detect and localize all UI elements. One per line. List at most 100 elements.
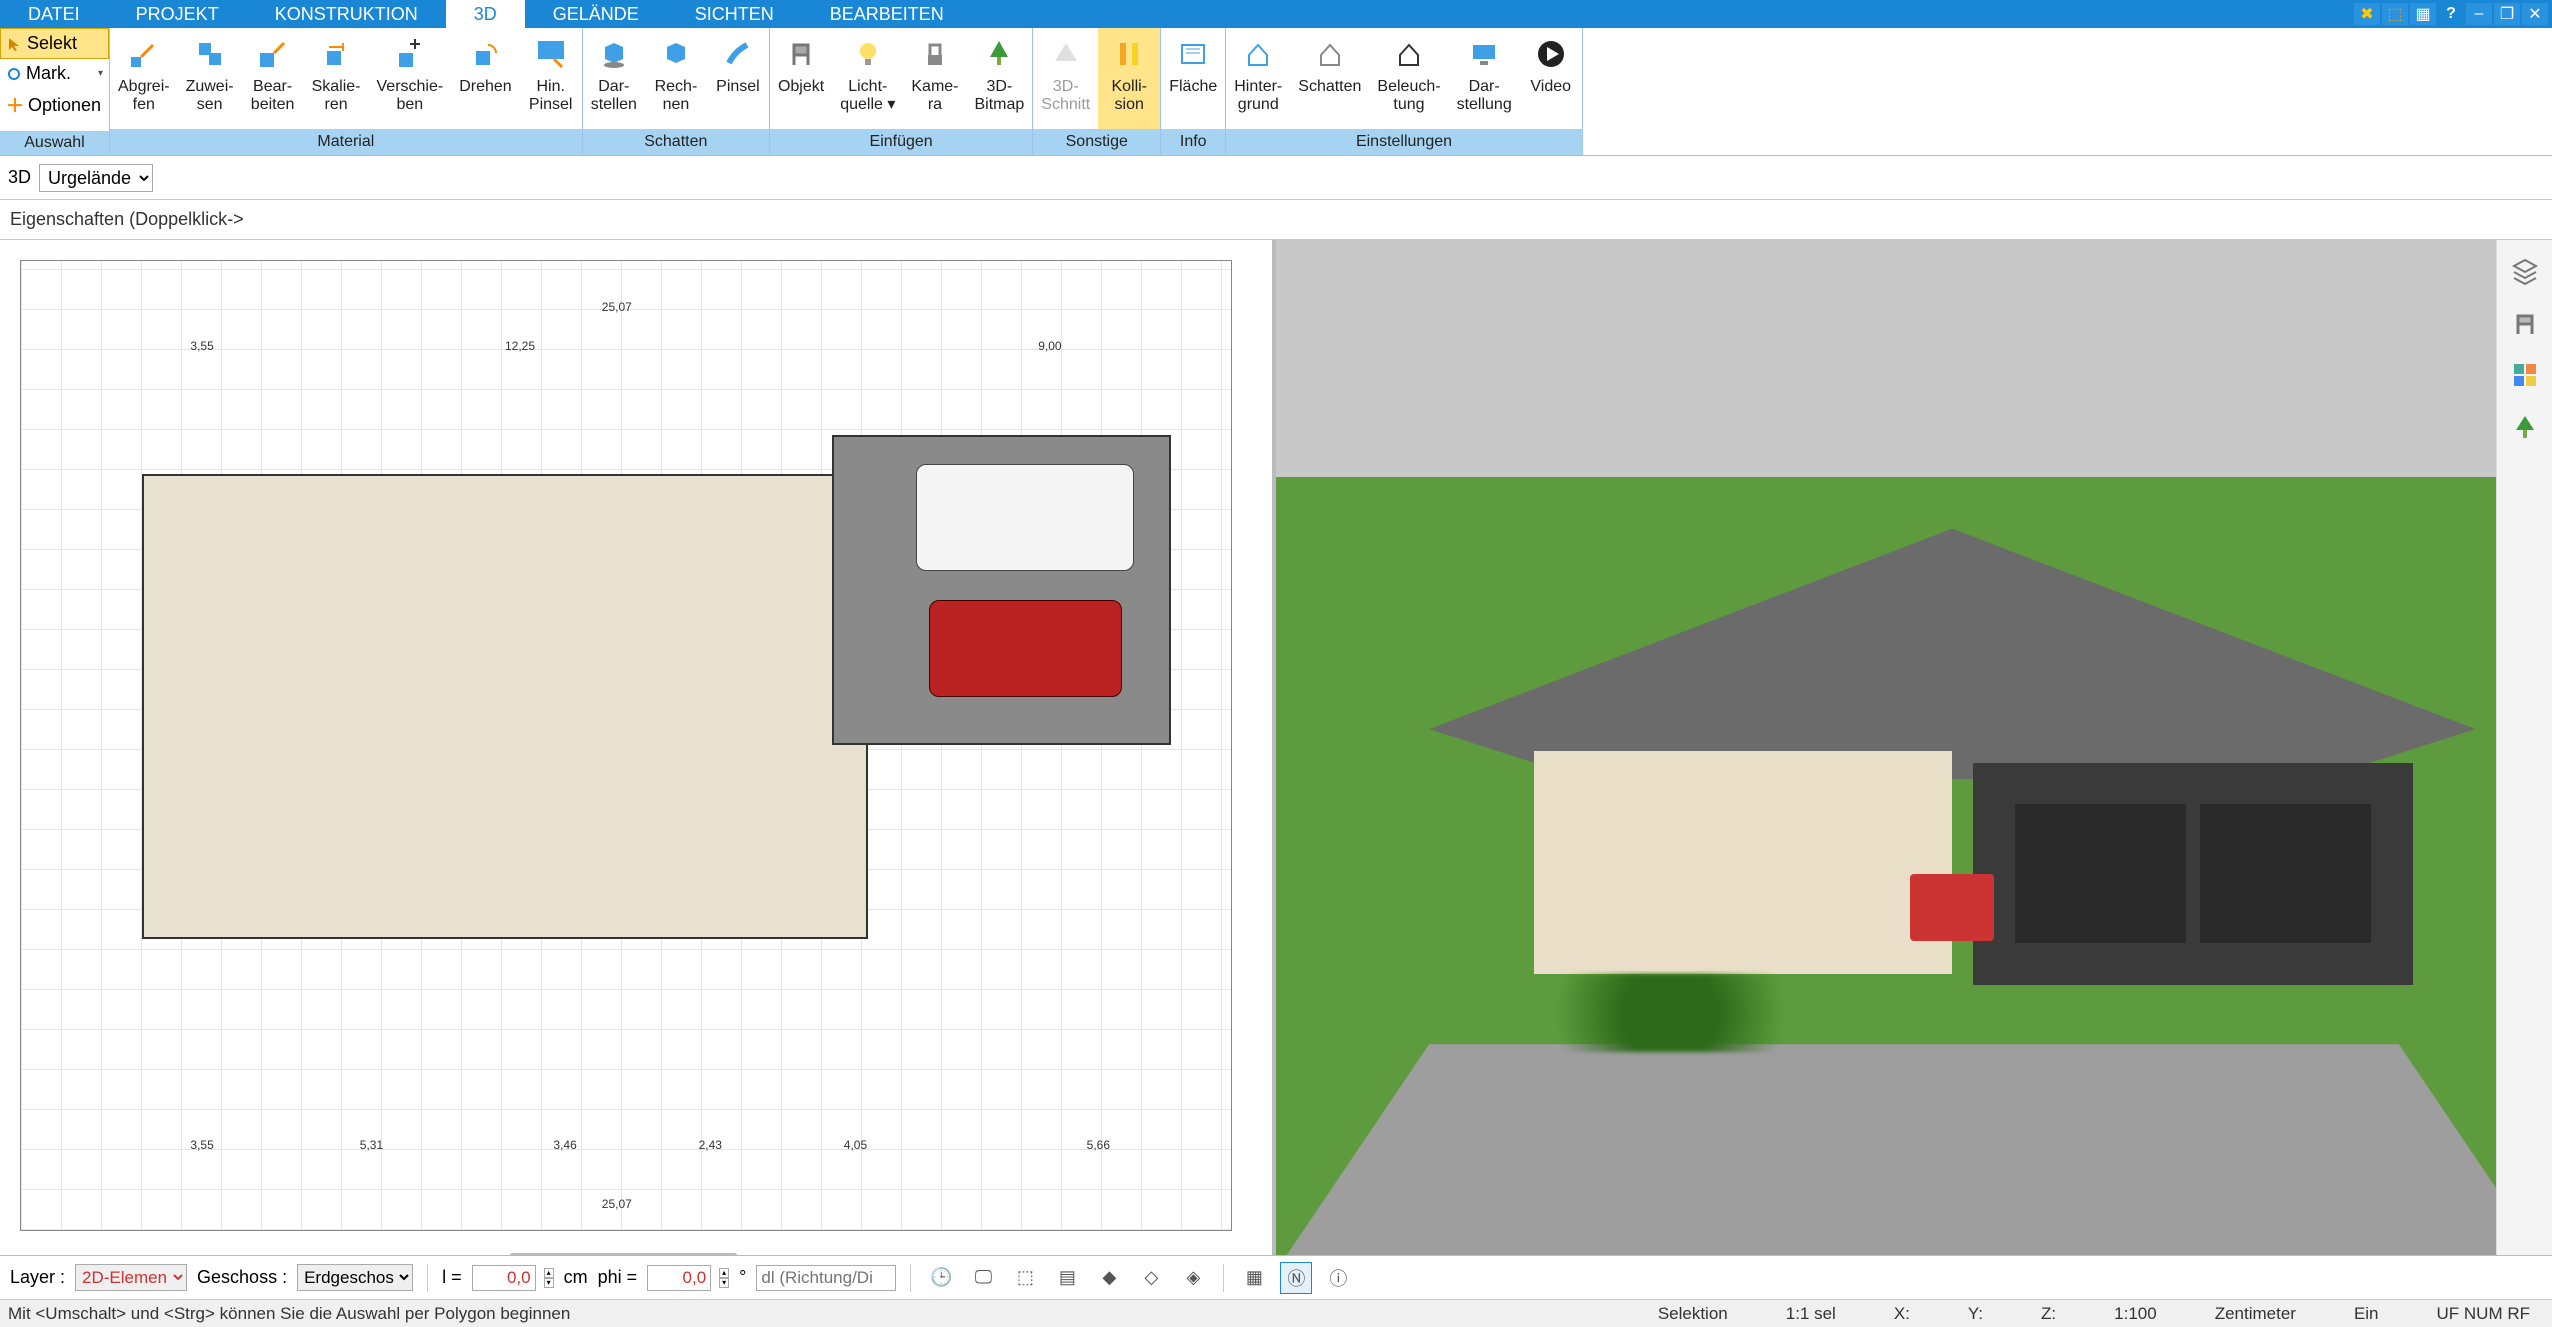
play-icon: [1534, 37, 1568, 71]
ribbon-3dschnitt[interactable]: 3D- Schnitt: [1033, 28, 1098, 129]
dim-bottom-total: 25,07: [602, 1197, 632, 1211]
eyedropper-icon: [127, 37, 161, 71]
help-icon[interactable]: ?: [2438, 3, 2464, 25]
ribbon-verschieben[interactable]: Verschie- ben: [369, 28, 452, 129]
ribbon-zuweisen[interactable]: Zuwei- sen: [178, 28, 242, 129]
dim-top-total: 25,07: [602, 300, 632, 314]
phi-input[interactable]: [647, 1265, 711, 1291]
length-spinner[interactable]: ▴▾: [544, 1268, 554, 1288]
terrain-select[interactable]: Urgelände: [39, 164, 153, 192]
ribbon-lichtquelle[interactable]: Licht- quelle ▾: [832, 28, 903, 129]
length-label: l =: [442, 1267, 462, 1288]
edit-icon: [256, 37, 290, 71]
status-hint: Mit <Umschalt> und <Strg> können Sie die…: [8, 1304, 570, 1324]
ribbon-schatten2[interactable]: Schatten: [1290, 28, 1369, 129]
north-icon[interactable]: Ⓝ: [1280, 1262, 1312, 1294]
ribbon-pinsel[interactable]: Pinsel: [707, 28, 769, 129]
ribbon-abgreifen[interactable]: Abgrei- fen: [110, 28, 178, 129]
tool-icon-3[interactable]: ▦: [2410, 3, 2436, 25]
layer-icon[interactable]: ▤: [1051, 1262, 1083, 1294]
ribbon-bearbeiten[interactable]: Bear- beiten: [242, 28, 304, 129]
length-input[interactable]: [472, 1265, 536, 1291]
palette-icon[interactable]: [2508, 358, 2542, 392]
dl-input[interactable]: [756, 1265, 896, 1291]
side-icon-strip: [2496, 240, 2552, 1271]
ribbon-objekt[interactable]: Objekt: [770, 28, 832, 129]
2d-floorplan-pane[interactable]: 25,07 25,07 3,55 12,25 9,00 3,55 5,31 3,…: [0, 240, 1276, 1271]
menu-bearbeiten[interactable]: BEARBEITEN: [802, 0, 972, 28]
ribbon-darstellen[interactable]: Dar- stellen: [583, 28, 645, 129]
grid-icon[interactable]: ▦: [1238, 1262, 1270, 1294]
tool-icon-2[interactable]: ⬚: [2382, 3, 2408, 25]
screen-icon[interactable]: 🖵: [967, 1262, 999, 1294]
diamond3-icon[interactable]: ◈: [1177, 1262, 1209, 1294]
layers-icon[interactable]: [2508, 254, 2542, 288]
ribbon-kamera[interactable]: Kame- ra: [903, 28, 966, 129]
length-unit: cm: [564, 1267, 588, 1288]
menu-gelaende[interactable]: GELÄNDE: [525, 0, 667, 28]
main-split-view: 25,07 25,07 3,55 12,25 9,00 3,55 5,31 3,…: [0, 240, 2552, 1271]
layer-select[interactable]: 2D-Elemen: [75, 1264, 187, 1291]
house-light-icon: [1392, 37, 1426, 71]
diamond1-icon[interactable]: ◆: [1093, 1262, 1125, 1294]
group-icon[interactable]: ⬚: [1009, 1262, 1041, 1294]
mark-button[interactable]: Mark. ▾: [0, 59, 109, 88]
house-shadow-icon: [1313, 37, 1347, 71]
ribbon-rechnen[interactable]: Rech- nen: [645, 28, 707, 129]
minimize-icon[interactable]: –: [2466, 3, 2492, 25]
clock-icon[interactable]: 🕒: [925, 1262, 957, 1294]
dim-bot-6: 5,66: [1087, 1138, 1110, 1152]
plant-icon[interactable]: [2508, 410, 2542, 444]
menu-projekt[interactable]: PROJEKT: [108, 0, 247, 28]
group-label-einfuegen: Einfügen: [770, 129, 1032, 155]
ribbon-hintergrund[interactable]: Hinter- grund: [1226, 28, 1290, 129]
options-label: Optionen: [28, 95, 101, 116]
ribbon-3dbitmap[interactable]: 3D- Bitmap: [967, 28, 1033, 129]
dim-bot-2: 5,31: [360, 1138, 383, 1152]
tool-icon-1[interactable]: ✖: [2354, 3, 2380, 25]
house-bg-icon: [1241, 37, 1275, 71]
3d-view-pane[interactable]: [1276, 240, 2552, 1271]
status-scale: 1:100: [2100, 1304, 2171, 1324]
info-icon[interactable]: ⓘ: [1322, 1262, 1354, 1294]
dim-bot-1: 3,55: [190, 1138, 213, 1152]
dim-bot-5: 4,05: [844, 1138, 867, 1152]
menu-konstruktion[interactable]: KONSTRUKTION: [247, 0, 446, 28]
floorplan-canvas[interactable]: 25,07 25,07 3,55 12,25 9,00 3,55 5,31 3,…: [20, 260, 1232, 1231]
floorplan-car-red: [929, 600, 1123, 697]
maximize-icon[interactable]: ❐: [2494, 3, 2520, 25]
ribbon-skalieren[interactable]: Skalie- ren: [304, 28, 369, 129]
close-icon[interactable]: ✕: [2522, 3, 2548, 25]
ribbon-hinpinsel[interactable]: Hin. Pinsel: [520, 28, 582, 129]
diamond2-icon[interactable]: ◇: [1135, 1262, 1167, 1294]
phi-spinner[interactable]: ▴▾: [719, 1268, 729, 1288]
group-label-auswahl: Auswahl: [0, 131, 109, 155]
dim-top-2: 12,25: [505, 339, 535, 353]
ribbon-flaeche[interactable]: Fläche: [1161, 28, 1225, 129]
floor-select[interactable]: Erdgeschos: [297, 1264, 413, 1291]
select-button[interactable]: Selekt: [0, 28, 109, 59]
status-bar: Mit <Umschalt> und <Strg> können Sie die…: [0, 1299, 2552, 1327]
status-ratio: 1:1 sel: [1772, 1304, 1850, 1324]
menu-datei[interactable]: DATEI: [0, 0, 108, 28]
ribbon-beleuchtung[interactable]: Beleuch- tung: [1369, 28, 1448, 129]
ribbon-kollision[interactable]: Kolli- sion: [1098, 28, 1160, 129]
dim-bot-4: 2,43: [699, 1138, 722, 1152]
menu-3d[interactable]: 3D: [446, 0, 525, 28]
menu-sichten[interactable]: SICHTEN: [667, 0, 802, 28]
floor-label: Geschoss :: [197, 1267, 287, 1288]
status-unit: Zentimeter: [2201, 1304, 2310, 1324]
ribbon-video[interactable]: Video: [1520, 28, 1582, 129]
status-y: Y:: [1954, 1304, 1997, 1324]
tree-icon: [982, 37, 1016, 71]
chevron-down-icon: ▾: [98, 68, 103, 79]
ribbon-drehen[interactable]: Drehen: [451, 28, 519, 129]
status-toggle: Ein: [2340, 1304, 2393, 1324]
ribbon-darstellung[interactable]: Dar- stellung: [1449, 28, 1520, 129]
ribbon-group-sonstige: 3D- Schnitt Kolli- sion Sonstige: [1033, 28, 1161, 155]
options-button[interactable]: ＋ Optionen: [0, 88, 109, 122]
ribbon-group-einfuegen: Objekt Licht- quelle ▾ Kame- ra 3D- Bitm…: [770, 28, 1033, 155]
properties-bar[interactable]: Eigenschaften (Doppelklick->: [0, 200, 2552, 240]
furniture-icon[interactable]: [2508, 306, 2542, 340]
phi-label: phi =: [598, 1267, 638, 1288]
